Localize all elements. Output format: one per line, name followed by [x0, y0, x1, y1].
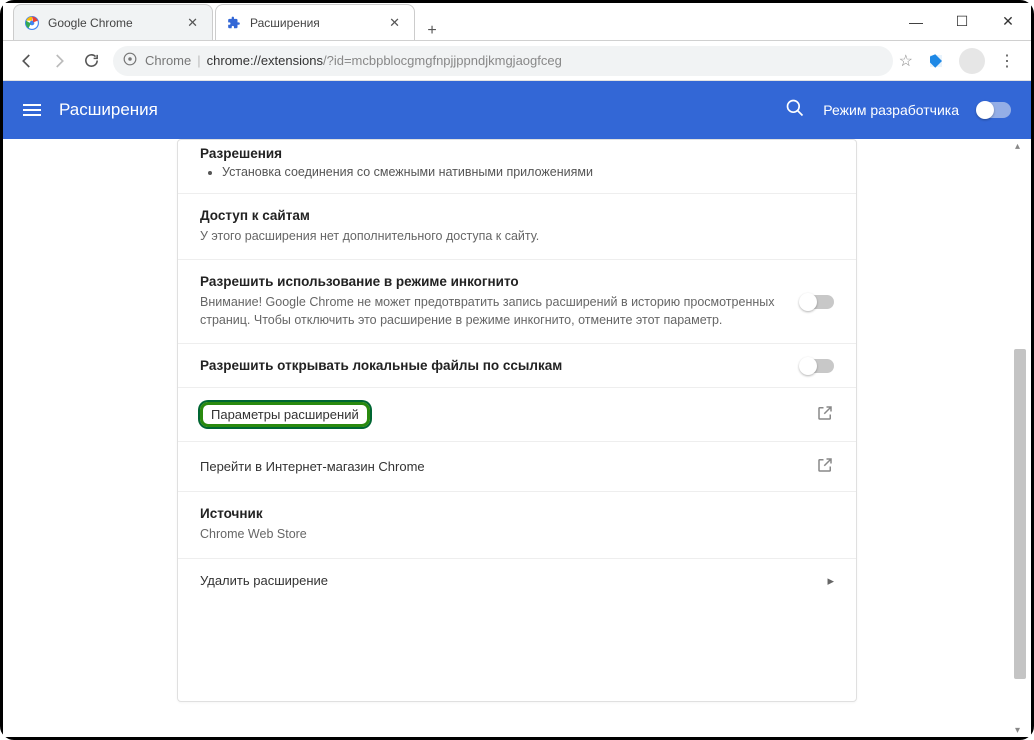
close-icon[interactable]: ✕: [185, 14, 200, 31]
developer-mode-toggle[interactable]: [977, 102, 1011, 118]
browser-tab-0[interactable]: Google Chrome ✕: [13, 4, 213, 40]
url-separator: |: [197, 53, 200, 68]
source-value: Chrome Web Store: [200, 525, 834, 543]
incognito-section: Разрешить использование в режиме инкогни…: [178, 260, 856, 344]
section-title: Разрешения: [200, 146, 834, 161]
page-title: Расширения: [59, 100, 158, 120]
permission-item: Установка соединения со смежными нативны…: [222, 165, 834, 179]
webstore-label: Перейти в Интернет-магазин Chrome: [200, 459, 816, 474]
url-path: chrome://extensions: [207, 53, 323, 68]
browser-toolbar: Chrome | chrome://extensions /?id=mcbpbl…: [3, 41, 1031, 81]
bookmark-star-icon[interactable]: ☆: [899, 51, 913, 71]
reload-button[interactable]: [75, 45, 107, 77]
scroll-up-icon[interactable]: ▴: [1015, 141, 1025, 151]
permissions-section: Разрешения Установка соединения со смежн…: [178, 140, 856, 194]
tab-strip: Google Chrome ✕ Расширения ✕ +: [3, 3, 447, 40]
profile-avatar[interactable]: [959, 48, 985, 74]
browser-tab-1[interactable]: Расширения ✕: [215, 4, 415, 40]
file-urls-toggle[interactable]: [800, 359, 834, 373]
search-icon[interactable]: [785, 98, 805, 123]
section-title: Источник: [200, 506, 834, 521]
developer-mode-label: Режим разработчика: [823, 102, 959, 118]
site-access-section: Доступ к сайтам У этого расширения нет д…: [178, 194, 856, 260]
extension-details-card: Разрешения Установка соединения со смежн…: [177, 139, 857, 702]
close-button[interactable]: ✕: [985, 3, 1031, 40]
extensions-header: Расширения Режим разработчика: [3, 81, 1031, 139]
vertical-scrollbar[interactable]: ▴ ▾: [1013, 139, 1027, 737]
file-urls-section: Разрешить открывать локальные файлы по с…: [178, 344, 856, 388]
section-title: Доступ к сайтам: [200, 208, 834, 223]
webstore-row[interactable]: Перейти в Интернет-магазин Chrome: [178, 442, 856, 492]
minimize-button[interactable]: —: [893, 3, 939, 40]
source-section: Источник Chrome Web Store: [178, 492, 856, 558]
url-origin-label: Chrome: [145, 53, 191, 68]
tab-title: Расширения: [250, 16, 320, 30]
chrome-icon: [24, 15, 40, 31]
scroll-down-icon[interactable]: ▾: [1015, 725, 1025, 735]
chevron-right-icon: ▸: [827, 573, 834, 589]
url-query: /?id=mcbpblocgmgfnpjjppndjkmgjaogfceg: [323, 53, 562, 68]
window-titlebar: Google Chrome ✕ Расширения ✕ + — ☐ ✕: [3, 3, 1031, 41]
close-icon[interactable]: ✕: [387, 14, 402, 31]
content-area: Разрешения Установка соединения со смежн…: [3, 139, 1031, 737]
new-tab-button[interactable]: +: [417, 22, 447, 40]
open-in-new-icon: [816, 404, 834, 425]
forward-button[interactable]: [43, 45, 75, 77]
section-description: Внимание! Google Chrome не может предотв…: [200, 293, 776, 329]
remove-extension-row[interactable]: Удалить расширение ▸: [178, 559, 856, 603]
section-title: Разрешить открывать локальные файлы по с…: [200, 358, 834, 373]
window-controls: — ☐ ✕: [893, 3, 1031, 40]
chrome-page-icon: [123, 52, 137, 69]
extension-options-row[interactable]: Параметры расширений: [178, 388, 856, 442]
menu-icon[interactable]: [23, 104, 41, 116]
remove-label: Удалить расширение: [200, 573, 827, 588]
tab-title: Google Chrome: [48, 16, 133, 30]
scroll-thumb[interactable]: [1014, 349, 1026, 679]
extension-options-label: Параметры расширений: [200, 402, 370, 427]
open-in-new-icon: [816, 456, 834, 477]
section-description: У этого расширения нет дополнительного д…: [200, 227, 834, 245]
section-title: Разрешить использование в режиме инкогни…: [200, 274, 776, 289]
address-bar[interactable]: Chrome | chrome://extensions /?id=mcbpbl…: [113, 46, 893, 76]
extension-icon[interactable]: [925, 50, 947, 72]
maximize-button[interactable]: ☐: [939, 3, 985, 40]
incognito-toggle[interactable]: [800, 295, 834, 309]
back-button[interactable]: [11, 45, 43, 77]
kebab-menu-icon[interactable]: ⋮: [991, 51, 1023, 71]
puzzle-icon: [226, 15, 242, 31]
